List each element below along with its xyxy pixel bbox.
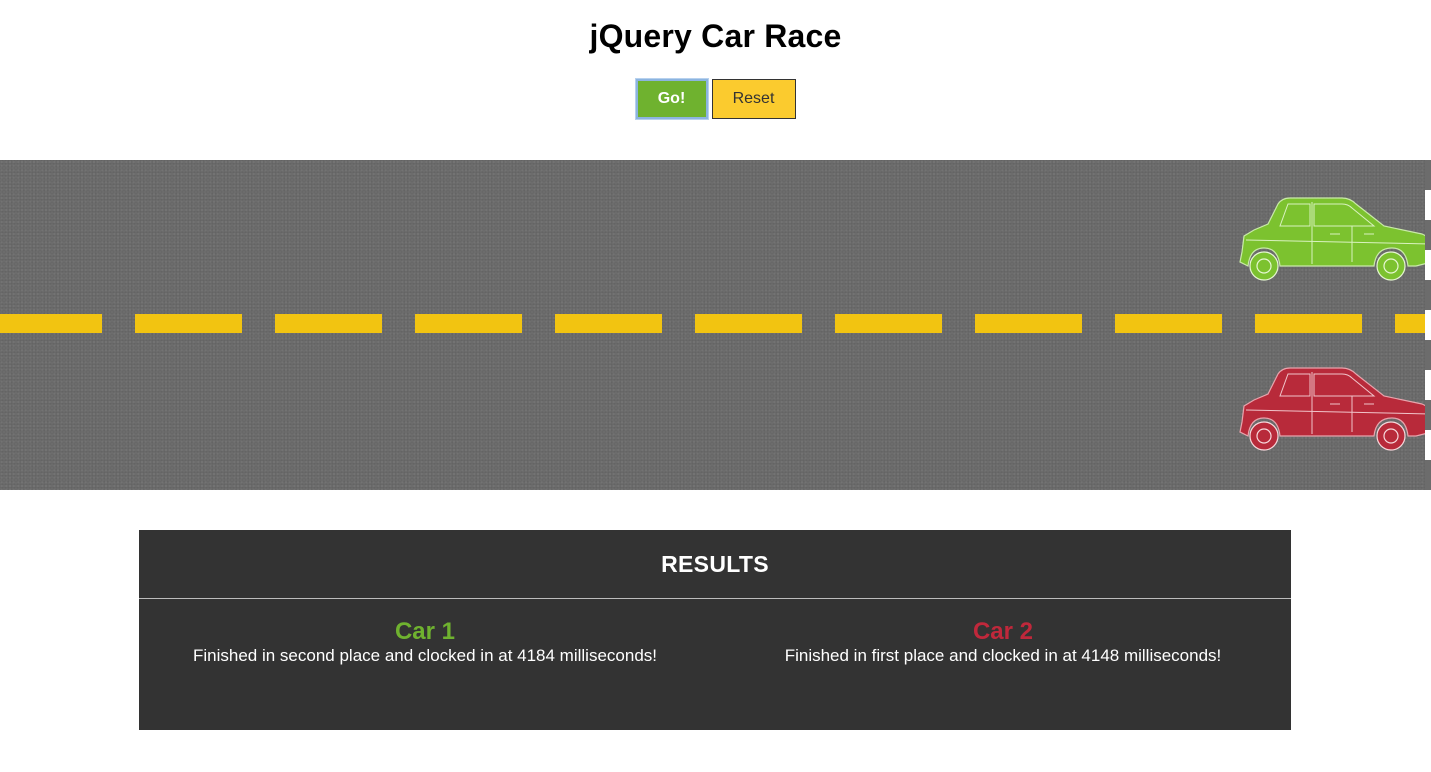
- finish-line-segment: [1425, 160, 1431, 190]
- go-button[interactable]: Go!: [635, 79, 708, 119]
- result-car-2: Car 2 Finished in first place and clocke…: [715, 599, 1291, 667]
- car-1-icon: [1239, 197, 1431, 281]
- lane-dash: [275, 314, 382, 333]
- page: jQuery Car Race Go! Reset RESULTS Car 1 …: [0, 0, 1431, 772]
- car-2-icon: [1239, 367, 1431, 451]
- finish-line-segment: [1425, 220, 1431, 250]
- race-track: [0, 160, 1431, 490]
- finish-line-segment: [1425, 460, 1431, 490]
- lane-divider: [0, 314, 1431, 333]
- lane-dash: [555, 314, 662, 333]
- lane-dash: [975, 314, 1082, 333]
- lane-dash: [1255, 314, 1362, 333]
- results-panel: RESULTS Car 1 Finished in second place a…: [139, 530, 1291, 730]
- lane-dash: [135, 314, 242, 333]
- lane-dash: [695, 314, 802, 333]
- results-heading: RESULTS: [139, 530, 1291, 599]
- lane-dash: [415, 314, 522, 333]
- lane-dash: [1115, 314, 1222, 333]
- finish-line-segment: [1425, 340, 1431, 370]
- car-1-result: Finished in second place and clocked in …: [193, 646, 657, 665]
- race-controls: Go! Reset: [0, 79, 1431, 119]
- page-title: jQuery Car Race: [589, 18, 842, 54]
- finish-line-segment: [1425, 400, 1431, 430]
- result-car-1: Car 1 Finished in second place and clock…: [137, 599, 713, 667]
- car-2-name: Car 2: [972, 618, 1034, 645]
- lane-dash: [835, 314, 942, 333]
- reset-button[interactable]: Reset: [711, 79, 796, 119]
- results-body: Car 1 Finished in second place and clock…: [139, 599, 1291, 667]
- car-2-result: Finished in first place and clocked in a…: [784, 646, 1222, 665]
- finish-line-segment: [1425, 280, 1431, 310]
- finish-line: [1425, 160, 1431, 490]
- car-1-name: Car 1: [394, 618, 456, 645]
- lane-dash: [0, 314, 102, 333]
